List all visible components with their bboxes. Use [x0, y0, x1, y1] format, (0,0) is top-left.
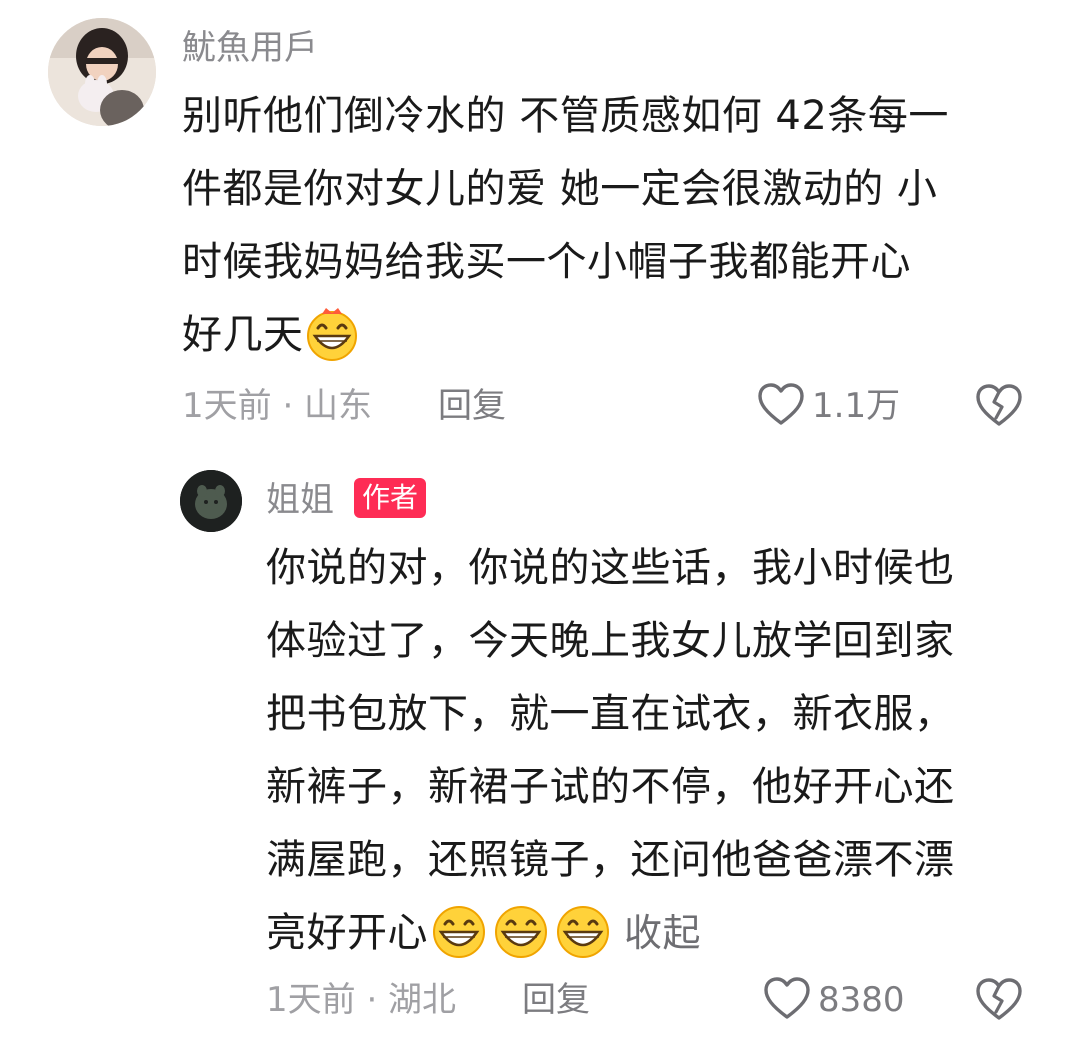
- comment-text-line: 时候我妈妈给我买一个小帽子我都能开心: [182, 239, 911, 285]
- grinning-face-emoji: [428, 904, 490, 960]
- comment-like-count: 1.1万: [812, 386, 901, 426]
- reply-text-line: 体验过了，今天晚上我女儿放学回到家: [266, 618, 955, 664]
- comment-username[interactable]: 魷魚用戶: [182, 28, 318, 68]
- avatar[interactable]: [180, 470, 242, 532]
- reply-text-line: 亮好开心: [266, 910, 428, 956]
- comment-time-location: 1天前 · 山东: [182, 386, 373, 426]
- comment-reply-button[interactable]: 回复: [438, 386, 506, 426]
- reply-text-line: 新裤子，新裙子试的不停，他好开心还: [266, 764, 955, 810]
- avatar[interactable]: [48, 18, 156, 126]
- broken-heart-icon: [976, 978, 1022, 1020]
- avatar-image: [48, 18, 156, 126]
- grinning-face-emoji: [304, 306, 360, 362]
- grinning-face-emoji: [490, 904, 552, 960]
- reply-dislike-button[interactable]: [974, 976, 1024, 1024]
- comment-dislike-button[interactable]: [974, 382, 1024, 430]
- comment-text-line: 别听他们倒冷水的 不管质感如何 42条每一: [182, 93, 949, 139]
- reply-text-line: 你说的对，你说的这些话，我小时候也: [266, 545, 955, 591]
- collapse-link[interactable]: 收起: [624, 911, 701, 955]
- broken-heart-icon: [976, 384, 1022, 426]
- comment-text: 别听他们倒冷水的 不管质感如何 42条每一 件都是你对女儿的爱 她一定会很激动的…: [182, 80, 949, 372]
- reply-time-location: 1天前 · 湖北: [266, 980, 457, 1020]
- heart-outline-icon: [764, 977, 810, 1019]
- author-badge: 作者: [354, 478, 427, 518]
- reply-text-line: 把书包放下，就一直在试衣，新衣服，: [266, 691, 955, 737]
- heart-outline-icon: [758, 383, 804, 425]
- reply-username[interactable]: 姐姐: [266, 480, 334, 520]
- comment-like-button[interactable]: [756, 380, 806, 430]
- reply-like-button[interactable]: [762, 974, 812, 1024]
- reply-text-line: 满屋跑，还照镜子，还问他爸爸漂不漂: [266, 837, 955, 883]
- comment-text-line: 件都是你对女儿的爱 她一定会很激动的 小: [182, 166, 938, 212]
- reply-text: 你说的对，你说的这些话，我小时候也 体验过了，今天晚上我女儿放学回到家 把书包放…: [266, 532, 955, 970]
- reply-like-count: 8380: [818, 980, 905, 1020]
- comment-text-line: 好几天: [182, 312, 304, 358]
- grinning-face-emoji: [552, 904, 614, 960]
- reply-reply-button[interactable]: 回复: [522, 980, 590, 1020]
- avatar-image: [180, 470, 242, 532]
